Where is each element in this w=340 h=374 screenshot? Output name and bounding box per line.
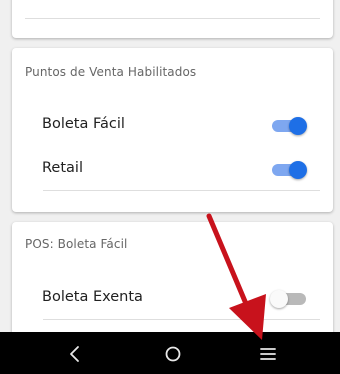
section-title-puntos-venta: Puntos de Venta Habilitados — [25, 65, 197, 79]
settings-card-previous — [12, 0, 333, 38]
setting-row-boleta-facil[interactable]: Boleta Fácil — [25, 103, 320, 147]
screen: Puntos de Venta Habilitados Boleta Fácil… — [0, 0, 340, 374]
row-divider — [25, 18, 320, 19]
android-navigation-bar — [0, 332, 340, 374]
setting-row-boleta-exenta[interactable]: Boleta Exenta — [25, 276, 320, 320]
setting-label: Retail — [42, 160, 83, 176]
retail-toggle[interactable] — [272, 161, 307, 179]
row-divider — [43, 190, 320, 191]
section-title-pos: POS: Boleta Fácil — [25, 237, 128, 251]
boleta-exenta-toggle[interactable] — [270, 290, 306, 308]
setting-label: Boleta Exenta — [42, 289, 143, 305]
row-divider — [43, 319, 320, 320]
back-icon[interactable] — [62, 341, 88, 367]
home-icon[interactable] — [160, 341, 186, 367]
setting-label: Boleta Fácil — [42, 116, 125, 132]
setting-row-retail[interactable]: Retail — [25, 147, 320, 191]
toggle-thumb[interactable] — [270, 290, 288, 308]
puntos-venta-card: Puntos de Venta Habilitados Boleta Fácil… — [12, 48, 333, 212]
toggle-thumb[interactable] — [289, 117, 307, 135]
toggle-thumb[interactable] — [289, 161, 307, 179]
menu-icon[interactable] — [255, 341, 281, 367]
boleta-facil-toggle[interactable] — [272, 117, 307, 135]
